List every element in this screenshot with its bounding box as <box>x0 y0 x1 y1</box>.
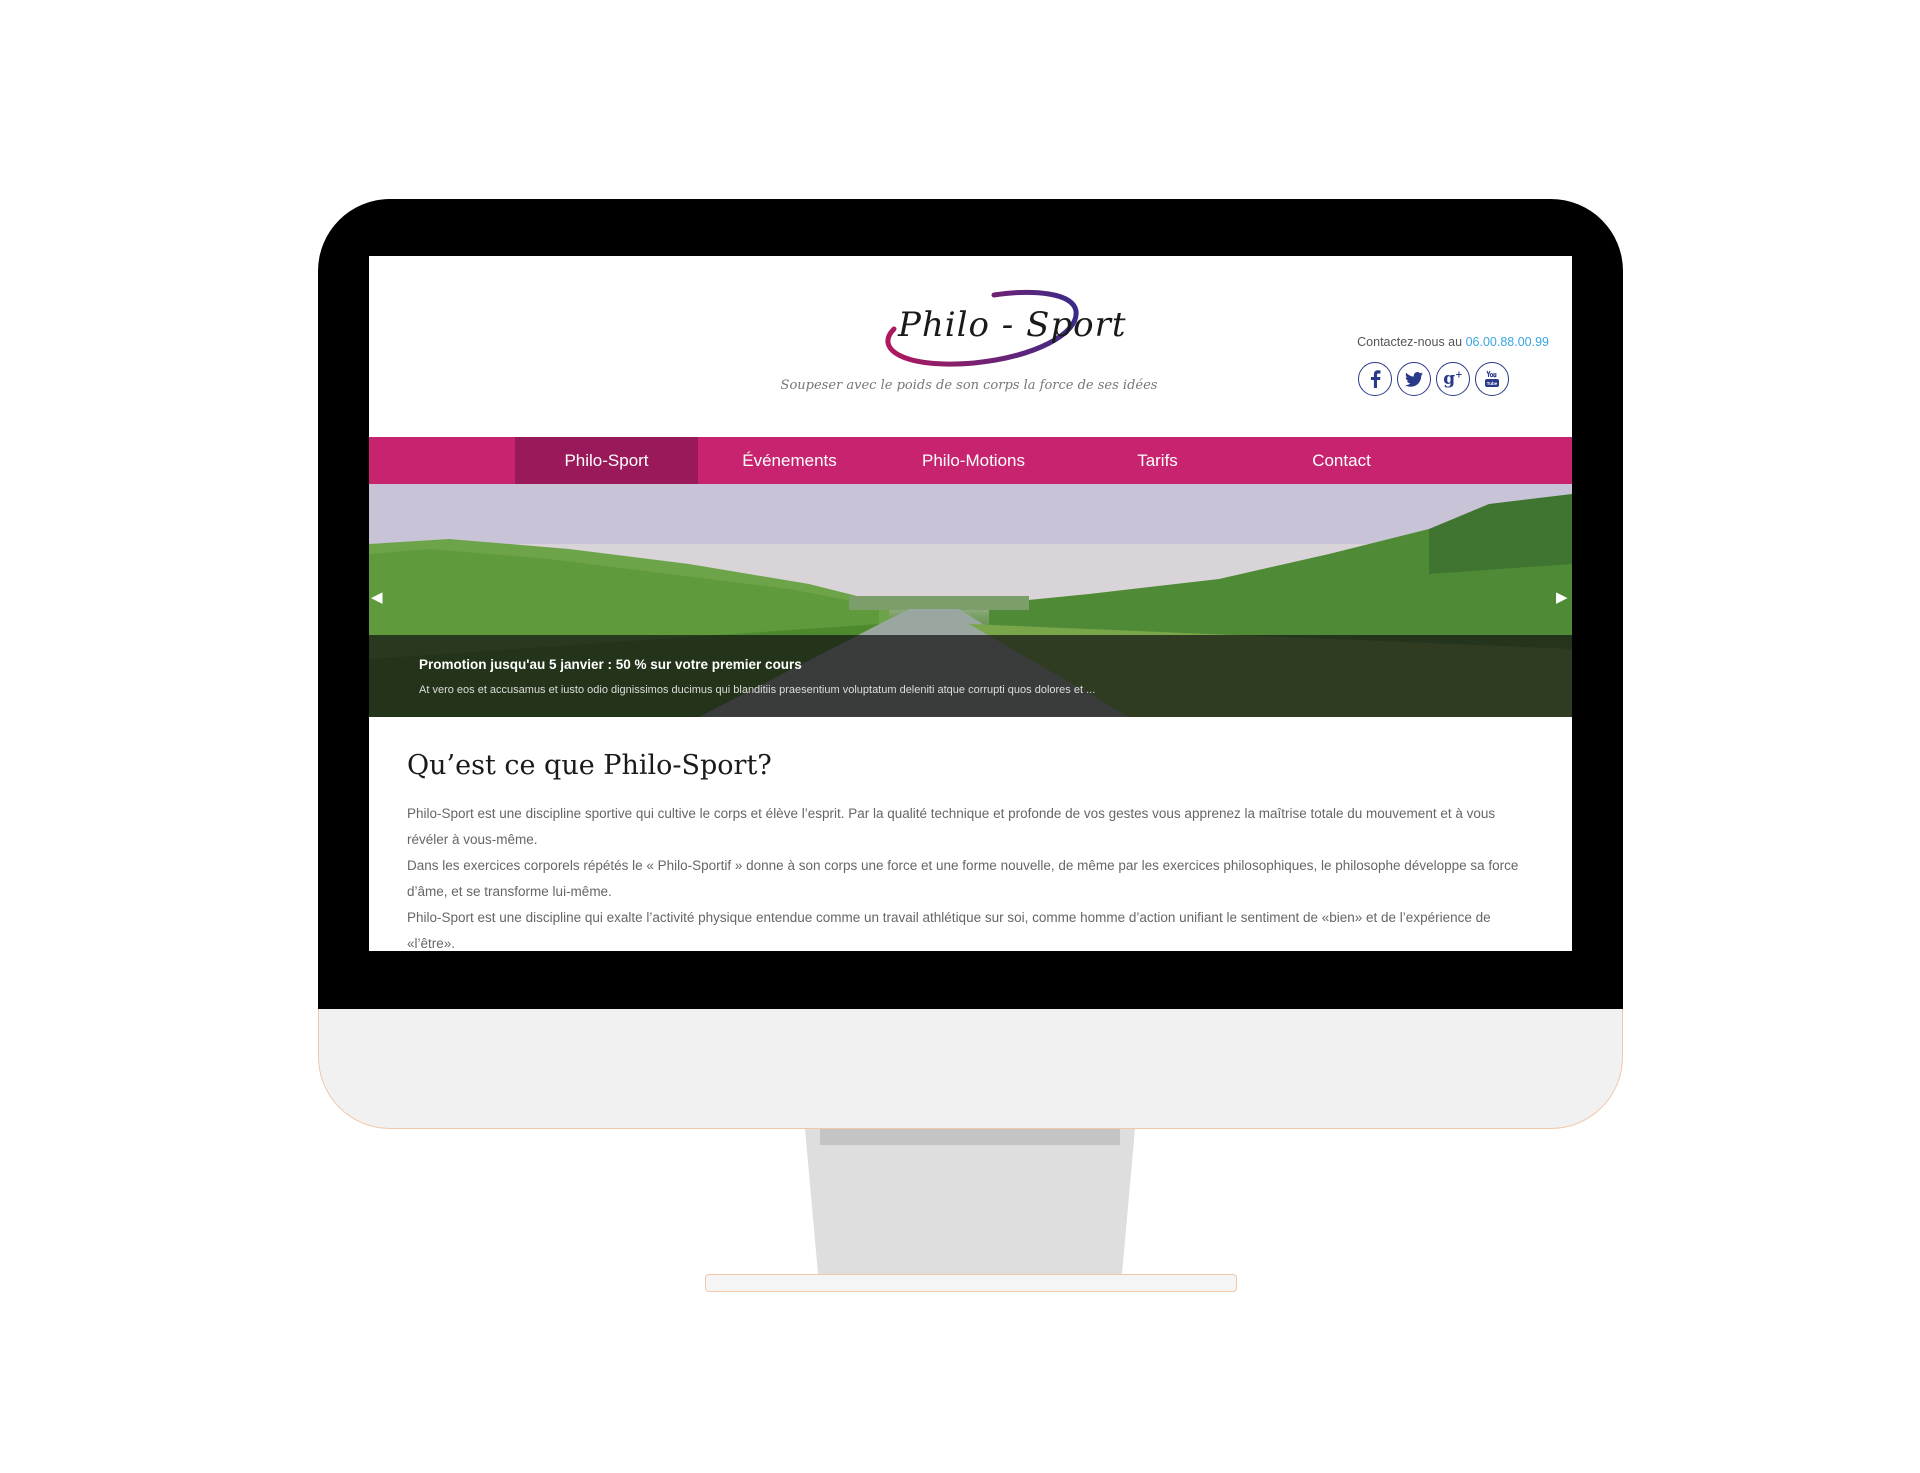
facebook-icon[interactable] <box>1358 362 1392 396</box>
page-title: Qu’est ce que Philo-Sport? <box>407 750 772 781</box>
content-paragraph: Dans les exercices corporels répétés le … <box>407 858 1519 899</box>
nav-item-philo-sport[interactable]: Philo-Sport <box>515 437 698 484</box>
main-nav: Philo-Sport Événements Philo-Motions Tar… <box>369 437 1572 484</box>
chevron-left-icon[interactable]: ◀ <box>371 590 383 605</box>
slider-caption: Promotion jusqu'au 5 janvier : 50 % sur … <box>369 635 1572 717</box>
contact-prefix: Contactez-nous au <box>1357 335 1463 349</box>
svg-text:Tube: Tube <box>1487 381 1498 386</box>
youtube-icon[interactable]: Tube <box>1475 362 1509 396</box>
slider-caption-text: At vero eos et accusamus et iusto odio d… <box>419 684 1096 696</box>
content-paragraph: Philo-Sport est une discipline sportive … <box>407 806 1496 847</box>
nav-item-contact[interactable]: Contact <box>1249 437 1434 484</box>
twitter-icon[interactable] <box>1397 362 1431 396</box>
hero-slider[interactable]: ◀ ▶ Promotion jusqu'au 5 janvier : 50 % … <box>369 484 1572 717</box>
nav-item-tarifs[interactable]: Tarifs <box>1066 437 1249 484</box>
monitor-stand-shadow <box>820 1129 1120 1145</box>
site-tagline: Soupeser avec le poids de son corps la f… <box>780 378 1158 393</box>
content-body: Philo-Sport est une discipline sportive … <box>407 801 1537 951</box>
contact-phone-link[interactable]: 06.00.88.00.99 <box>1466 335 1549 349</box>
monitor-chin <box>318 1009 1623 1129</box>
site-header: Philo - Sport Soupeser avec le poids de … <box>369 256 1572 437</box>
monitor-stand <box>805 1129 1135 1276</box>
chevron-right-icon[interactable]: ▶ <box>1556 590 1568 605</box>
website-screen: Philo - Sport Soupeser avec le poids de … <box>369 256 1572 951</box>
nav-item-evenements[interactable]: Événements <box>698 437 881 484</box>
slider-caption-title[interactable]: Promotion jusqu'au 5 janvier : 50 % sur … <box>419 657 802 672</box>
content-paragraph: Philo-Sport est une discipline qui exalt… <box>407 910 1491 951</box>
google-plus-icon[interactable]: g+ <box>1436 362 1470 396</box>
monitor-base <box>705 1274 1237 1292</box>
site-logo[interactable]: Philo - Sport <box>864 289 1127 369</box>
logo-text: Philo - Sport <box>898 305 1127 345</box>
contact-line: Contactez-nous au 06.00.88.00.99 <box>1329 335 1549 349</box>
social-links: g+ Tube <box>1358 362 1509 396</box>
nav-item-philo-motions[interactable]: Philo-Motions <box>881 437 1066 484</box>
